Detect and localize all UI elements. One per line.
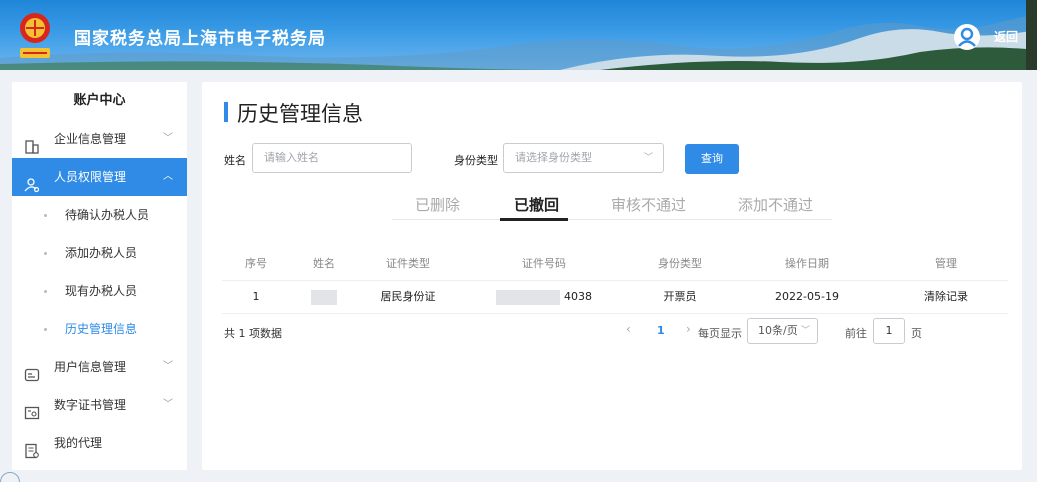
tax-emblem-icon — [14, 10, 56, 62]
building-icon — [24, 132, 40, 154]
column-header: 管理 — [935, 257, 957, 270]
floating-help-icon[interactable] — [0, 472, 20, 482]
chevron-up-icon: ︿ — [163, 171, 173, 182]
total-count: 共 1 项数据 — [224, 327, 282, 340]
chevron-down-icon: ﹀ — [800, 326, 810, 336]
bullet-dot — [44, 290, 47, 293]
per-page-value: 10条/页 — [758, 324, 798, 337]
sidebar-subitem-add-taxpayer[interactable]: 添加办税人员 — [12, 234, 187, 272]
window-edge — [1026, 0, 1037, 70]
sidebar-item-label: 我的代理 — [54, 436, 103, 450]
sidebar-item-my-agent[interactable]: 我的代理 — [12, 424, 187, 462]
clear-record-link[interactable]: 清除记录 — [884, 280, 1008, 314]
back-link[interactable]: 返回 — [994, 28, 1018, 45]
chevron-down-icon: ﹀ — [163, 361, 173, 372]
id-number-tail: 4038 — [564, 290, 592, 303]
certificate-icon — [24, 398, 40, 420]
status-tabs: 已删除 已撤回 审核不通过 添加不通过 — [392, 190, 832, 221]
identity-type-label: 身份类型 — [454, 154, 498, 167]
query-button[interactable]: 查询 — [685, 144, 739, 174]
sidebar-subitem-history[interactable]: 历史管理信息 — [12, 310, 187, 348]
active-tab-indicator — [500, 218, 568, 221]
row-date: 2022-05-19 — [775, 290, 839, 303]
tab-add-failed[interactable]: 添加不通过 — [738, 194, 813, 215]
bullet-dot — [44, 214, 47, 217]
column-header: 序号 — [245, 257, 267, 270]
column-header: 姓名 — [313, 257, 335, 270]
user-lock-icon — [24, 170, 40, 193]
sidebar-item-label: 用户信息管理 — [54, 360, 127, 374]
chevron-down-icon: ﹀ — [643, 153, 653, 163]
name-input[interactable]: 请输入姓名 — [252, 143, 412, 173]
name-label: 姓名 — [224, 154, 246, 167]
sidebar-item-company-info[interactable]: 企业信息管理 ﹀ — [12, 120, 187, 158]
id-card-icon — [24, 360, 40, 382]
redaction-block — [311, 289, 337, 305]
prev-page-icon[interactable]: ‹ — [626, 322, 631, 336]
column-header: 身份类型 — [658, 257, 702, 270]
tab-deleted[interactable]: 已删除 — [415, 194, 460, 215]
goto-page-input[interactable]: 1 — [873, 318, 905, 344]
goto-label: 前往 — [845, 327, 867, 340]
top-header: 国家税务总局上海市电子税务局 返回 — [0, 0, 1037, 70]
tab-review-failed[interactable]: 审核不通过 — [611, 194, 686, 215]
name-input-placeholder: 请输入姓名 — [264, 151, 319, 164]
bullet-dot — [44, 328, 47, 331]
row-name-redacted — [290, 280, 358, 314]
chevron-down-icon: ﹀ — [163, 399, 173, 410]
table-row: 1 居民身份证 4038 开票员 2022-05-19 清除记录 — [222, 280, 1008, 314]
sidebar-title: 账户中心 — [73, 93, 126, 108]
sidebar-subitem-label: 历史管理信息 — [65, 322, 138, 336]
sidebar-item-certificate[interactable]: 数字证书管理 ﹀ — [12, 386, 187, 424]
next-page-icon[interactable]: › — [686, 322, 691, 336]
column-header: 证件号码 — [522, 257, 566, 270]
chevron-down-icon: ﹀ — [163, 133, 173, 144]
site-title: 国家税务总局上海市电子税务局 — [74, 29, 326, 49]
current-page[interactable]: 1 — [657, 324, 665, 337]
sidebar-subitem-current-taxpayers[interactable]: 现有办税人员 — [12, 272, 187, 310]
row-role: 开票员 — [663, 290, 697, 303]
column-header: 证件类型 — [386, 257, 430, 270]
sidebar-subitem-pending-taxpayers[interactable]: 待确认办税人员 — [12, 196, 187, 234]
redaction-block — [496, 289, 560, 305]
identity-type-select[interactable]: 请选择身份类型 ﹀ — [503, 143, 664, 173]
document-icon — [24, 436, 40, 459]
row-id-number: 4038 — [458, 280, 630, 314]
sidebar-item-label: 数字证书管理 — [54, 398, 127, 412]
column-header: 操作日期 — [785, 257, 829, 270]
user-avatar-icon[interactable] — [954, 24, 980, 50]
row-id-type: 居民身份证 — [380, 290, 436, 303]
page-suffix: 页 — [911, 327, 922, 340]
sidebar-subitem-label: 待确认办税人员 — [65, 208, 150, 222]
sidebar-item-user-info[interactable]: 用户信息管理 ﹀ — [12, 348, 187, 386]
tab-withdrawn[interactable]: 已撤回 — [514, 194, 559, 215]
sidebar-subitem-label: 现有办税人员 — [65, 284, 138, 298]
row-index: 1 — [252, 290, 260, 303]
per-page-select[interactable]: 10条/页 ﹀ — [747, 318, 818, 344]
bullet-dot — [44, 252, 47, 255]
table-header: 序号 姓名 证件类型 证件号码 身份类型 操作日期 管理 — [222, 247, 1008, 281]
main-panel: 历史管理信息 姓名 请输入姓名 身份类型 请选择身份类型 ﹀ 查询 已删除 已撤… — [202, 82, 1022, 470]
per-page-label: 每页显示 — [698, 327, 742, 340]
page-title: 历史管理信息 — [224, 98, 363, 128]
sidebar-item-label: 人员权限管理 — [54, 170, 127, 184]
sidebar-item-personnel-permissions[interactable]: 人员权限管理 ︿ — [12, 158, 187, 196]
sidebar-subitem-label: 添加办税人员 — [65, 246, 138, 260]
sidebar-item-label: 企业信息管理 — [54, 132, 127, 146]
identity-type-placeholder: 请选择身份类型 — [515, 151, 592, 164]
sidebar: 账户中心 企业信息管理 ﹀ 人员权限管理 ︿ 待确认办税人员 添加办税人员 现有… — [12, 82, 187, 470]
